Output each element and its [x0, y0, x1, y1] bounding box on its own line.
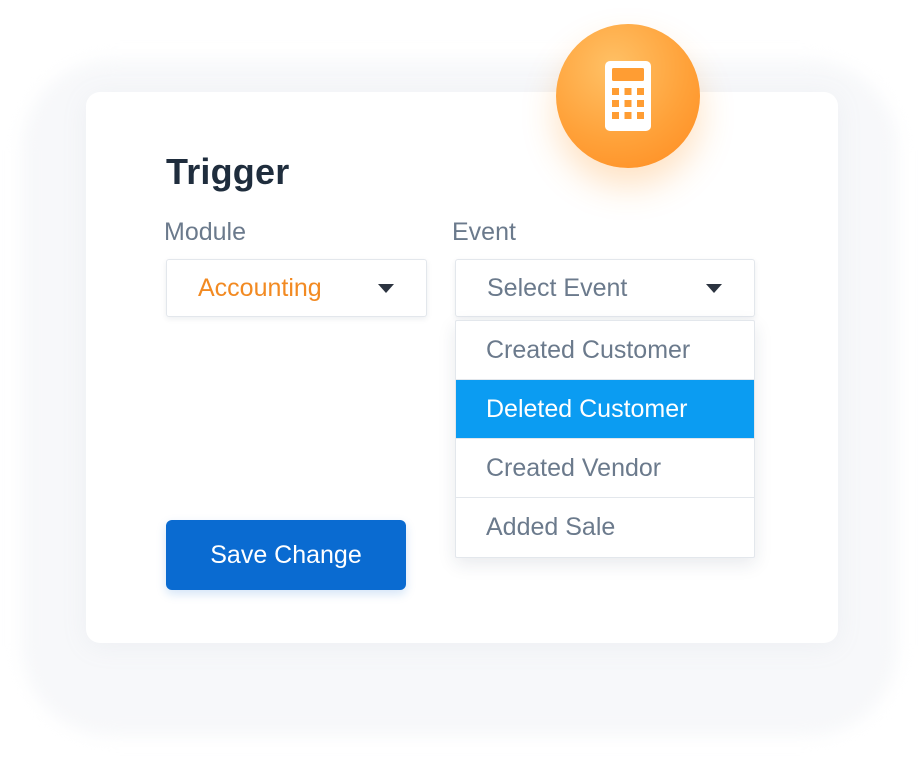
page-title: Trigger [166, 151, 290, 192]
module-select[interactable]: Accounting [166, 259, 427, 317]
chevron-down-icon [378, 284, 394, 293]
module-select-value: Accounting [198, 274, 322, 302]
event-label: Event [452, 218, 516, 246]
stage: Trigger Module Event Accounting Select E… [0, 0, 920, 758]
dropdown-option-added-sale[interactable]: Added Sale [456, 498, 754, 557]
calculator-icon [605, 61, 651, 131]
dropdown-option-deleted-customer[interactable]: Deleted Customer [456, 380, 754, 439]
chevron-down-icon [706, 284, 722, 293]
event-dropdown-menu: Created Customer Deleted Customer Create… [455, 320, 755, 558]
calculator-badge [556, 24, 700, 168]
event-select[interactable]: Select Event [455, 259, 755, 317]
module-label: Module [164, 218, 246, 246]
save-change-button[interactable]: Save Change [166, 520, 406, 590]
event-select-placeholder: Select Event [487, 274, 628, 302]
dropdown-option-created-vendor[interactable]: Created Vendor [456, 439, 754, 498]
dropdown-option-created-customer[interactable]: Created Customer [456, 321, 754, 380]
